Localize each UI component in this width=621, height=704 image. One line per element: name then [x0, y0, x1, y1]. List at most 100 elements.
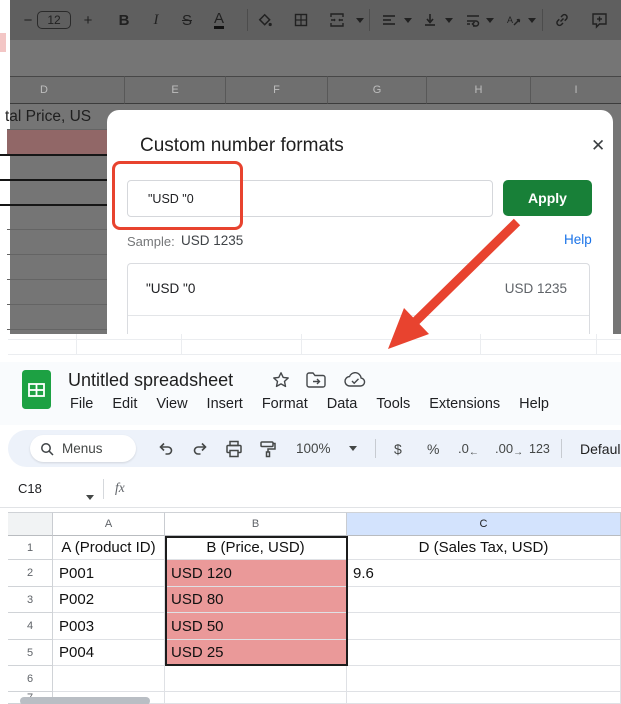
- cell-B4[interactable]: USD 50: [165, 613, 347, 640]
- cell-A2[interactable]: P001: [53, 560, 165, 587]
- cell-A5[interactable]: P004: [53, 640, 165, 666]
- row-header-4[interactable]: 4: [8, 613, 53, 640]
- col-header-B[interactable]: B: [165, 512, 347, 536]
- font-select[interactable]: Defaul.: [580, 430, 621, 467]
- row-header-3[interactable]: 3: [8, 587, 53, 613]
- col-header-I[interactable]: I: [530, 76, 621, 104]
- select-all-corner[interactable]: [8, 512, 53, 536]
- document-title[interactable]: Untitled spreadsheet: [68, 370, 233, 391]
- cell-A3[interactable]: P002: [53, 587, 165, 613]
- zoom-caret[interactable]: [349, 430, 357, 467]
- redo-icon[interactable]: [191, 430, 209, 467]
- cell-B1[interactable]: B (Price, USD): [165, 536, 347, 560]
- clipped-pink-cell-sliver: [0, 33, 6, 52]
- cell-C2[interactable]: 9.6: [347, 560, 621, 587]
- font-size-box[interactable]: 12: [36, 0, 72, 40]
- text-color-button[interactable]: A: [209, 0, 229, 40]
- format-percent-button[interactable]: %: [427, 430, 439, 467]
- cell-B6[interactable]: [165, 666, 347, 692]
- text-wrap-caret[interactable]: [483, 0, 497, 40]
- menu-extensions[interactable]: Extensions: [429, 396, 500, 412]
- increase-decimal-button[interactable]: .00→: [495, 430, 523, 467]
- col-header-G[interactable]: G: [327, 76, 426, 104]
- clipped-cell-total-price[interactable]: tal Price, US: [5, 104, 107, 129]
- horizontal-align-caret[interactable]: [401, 0, 415, 40]
- text-wrap-icon[interactable]: [462, 0, 484, 40]
- insert-link-icon[interactable]: [550, 0, 574, 40]
- dimmed-toolbar: − 12 + B I S A: [10, 0, 621, 40]
- scrollbar-thumb[interactable]: [20, 697, 150, 704]
- cell-C3[interactable]: [347, 587, 621, 613]
- cell-C1[interactable]: D (Sales Tax, USD): [347, 536, 621, 560]
- bold-button[interactable]: B: [114, 0, 134, 40]
- sample-label: Sample:: [127, 234, 175, 249]
- zoom-select[interactable]: 100%: [296, 430, 331, 467]
- svg-text:A: A: [507, 15, 513, 25]
- decrease-font-size-button[interactable]: −: [18, 0, 38, 40]
- cell-B3[interactable]: USD 80: [165, 587, 347, 613]
- merge-cells-caret[interactable]: [353, 0, 367, 40]
- menu-insert[interactable]: Insert: [207, 396, 243, 412]
- cell-C7[interactable]: [347, 692, 621, 704]
- format-currency-button[interactable]: $: [394, 430, 402, 467]
- cell-C4[interactable]: [347, 613, 621, 640]
- merge-cells-icon[interactable]: [326, 0, 348, 40]
- cell-A1[interactable]: A (Product ID): [53, 536, 165, 560]
- menu-file[interactable]: File: [70, 396, 93, 412]
- text-rotation-icon[interactable]: A: [502, 0, 524, 40]
- cell-C5[interactable]: [347, 640, 621, 666]
- cloud-saved-icon[interactable]: [344, 372, 366, 388]
- italic-button[interactable]: I: [146, 0, 166, 40]
- menu-help[interactable]: Help: [519, 396, 549, 412]
- formula-bar-divider: [103, 479, 104, 499]
- apply-button[interactable]: Apply: [503, 180, 592, 216]
- increase-font-size-button[interactable]: +: [78, 0, 98, 40]
- horizontal-align-icon[interactable]: [378, 0, 400, 40]
- cell-A6[interactable]: [53, 666, 165, 692]
- dimmed-pink-cell[interactable]: [7, 130, 107, 154]
- toolbar-divider: [561, 439, 562, 458]
- sheets-logo-icon[interactable]: [22, 370, 51, 409]
- cell-B2[interactable]: USD 120: [165, 560, 347, 587]
- row-header-6[interactable]: 6: [8, 666, 53, 692]
- strikethrough-button[interactable]: S: [177, 0, 197, 40]
- menu-view[interactable]: View: [156, 396, 187, 412]
- col-header-A[interactable]: A: [53, 512, 165, 536]
- close-icon[interactable]: ✕: [591, 136, 605, 156]
- col-header-F[interactable]: F: [225, 76, 327, 104]
- menu-tools[interactable]: Tools: [376, 396, 410, 412]
- row-header-5[interactable]: 5: [8, 640, 53, 666]
- col-header-C-selected[interactable]: C: [347, 512, 621, 536]
- move-folder-icon[interactable]: [306, 372, 326, 388]
- vertical-align-caret[interactable]: [442, 0, 456, 40]
- formula-input[interactable]: [140, 475, 610, 503]
- vertical-align-icon[interactable]: [419, 0, 441, 40]
- menu-data[interactable]: Data: [327, 396, 358, 412]
- cell-A4[interactable]: P003: [53, 613, 165, 640]
- name-box-caret[interactable]: [86, 487, 94, 505]
- col-header-E[interactable]: E: [124, 76, 225, 104]
- menu-edit[interactable]: Edit: [112, 396, 137, 412]
- undo-icon[interactable]: [157, 430, 175, 467]
- print-icon[interactable]: [225, 430, 243, 467]
- fill-color-icon[interactable]: [254, 0, 276, 40]
- col-header-H[interactable]: H: [426, 76, 530, 104]
- menus-search-pill[interactable]: Menus: [30, 435, 136, 462]
- col-header-D[interactable]: D: [10, 76, 124, 104]
- cell-B7[interactable]: [165, 692, 347, 704]
- star-icon[interactable]: [272, 371, 290, 389]
- row-header-2[interactable]: 2: [8, 560, 53, 587]
- more-formats-button[interactable]: 123: [529, 430, 550, 467]
- menu-format[interactable]: Format: [262, 396, 308, 412]
- help-link[interactable]: Help: [564, 232, 592, 247]
- insert-comment-icon[interactable]: [587, 0, 611, 40]
- borders-icon[interactable]: [290, 0, 312, 40]
- text-rotation-caret[interactable]: [525, 0, 539, 40]
- cell-B5[interactable]: USD 25: [165, 640, 347, 666]
- format-list-item[interactable]: "USD "0 USD 1235: [128, 264, 589, 316]
- name-box[interactable]: C18: [18, 481, 42, 496]
- decrease-decimal-button[interactable]: .0←: [458, 430, 479, 467]
- cell-C6[interactable]: [347, 666, 621, 692]
- paint-format-icon[interactable]: [259, 430, 277, 467]
- row-header-1[interactable]: 1: [8, 536, 53, 560]
